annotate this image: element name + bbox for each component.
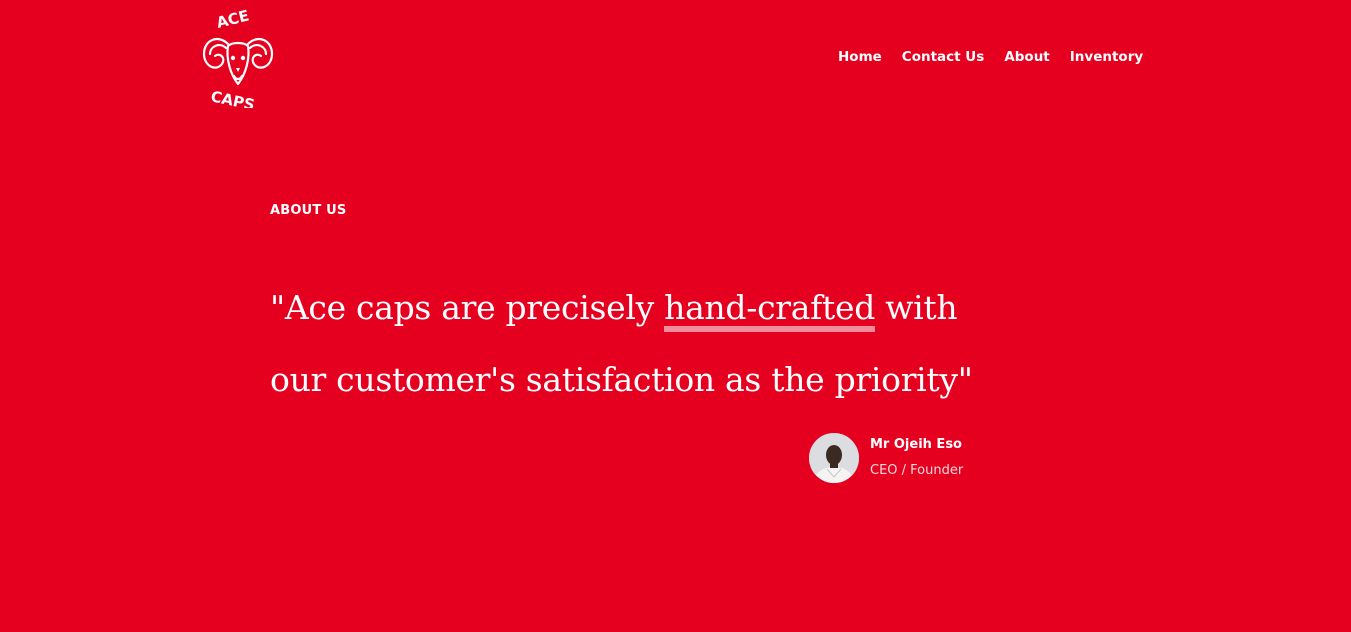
nav-link-home[interactable]: Home bbox=[838, 48, 882, 66]
nav-link-inventory[interactable]: Inventory bbox=[1070, 48, 1143, 66]
nav-item-contact: Contact Us bbox=[902, 46, 985, 66]
quote-author: Mr Ojeih Eso CEO / Founder bbox=[809, 433, 963, 483]
person-avatar-icon bbox=[809, 433, 859, 483]
logo-text-top: ACE bbox=[215, 6, 251, 31]
nav-item-home: Home bbox=[838, 46, 882, 66]
brand-logo[interactable]: ACE CAPS bbox=[198, 6, 278, 108]
logo-text-bottom: CAPS bbox=[209, 87, 256, 108]
nav-item-about: About bbox=[1004, 46, 1049, 66]
quote-text-before: "Ace caps are precisely bbox=[270, 288, 665, 327]
nav-link-contact-us[interactable]: Contact Us bbox=[902, 48, 985, 66]
author-name: Mr Ojeih Eso bbox=[870, 437, 962, 452]
nav-item-inventory: Inventory bbox=[1070, 46, 1143, 66]
nav-link-about[interactable]: About bbox=[1004, 48, 1049, 66]
author-role: CEO / Founder bbox=[870, 463, 964, 478]
ram-head-icon: ACE CAPS bbox=[202, 6, 274, 108]
page: ACE CAPS Home Contact Us About Inventory… bbox=[0, 0, 1351, 632]
author-text: Mr Ojeih Eso CEO / Founder bbox=[870, 437, 963, 479]
main-nav: Home Contact Us About Inventory bbox=[838, 46, 1143, 66]
section-label: ABOUT US bbox=[270, 203, 347, 218]
quote-highlight: hand-crafted bbox=[664, 272, 875, 344]
about-quote: "Ace caps are precisely hand-crafted wit… bbox=[270, 272, 990, 416]
author-avatar bbox=[809, 433, 859, 483]
